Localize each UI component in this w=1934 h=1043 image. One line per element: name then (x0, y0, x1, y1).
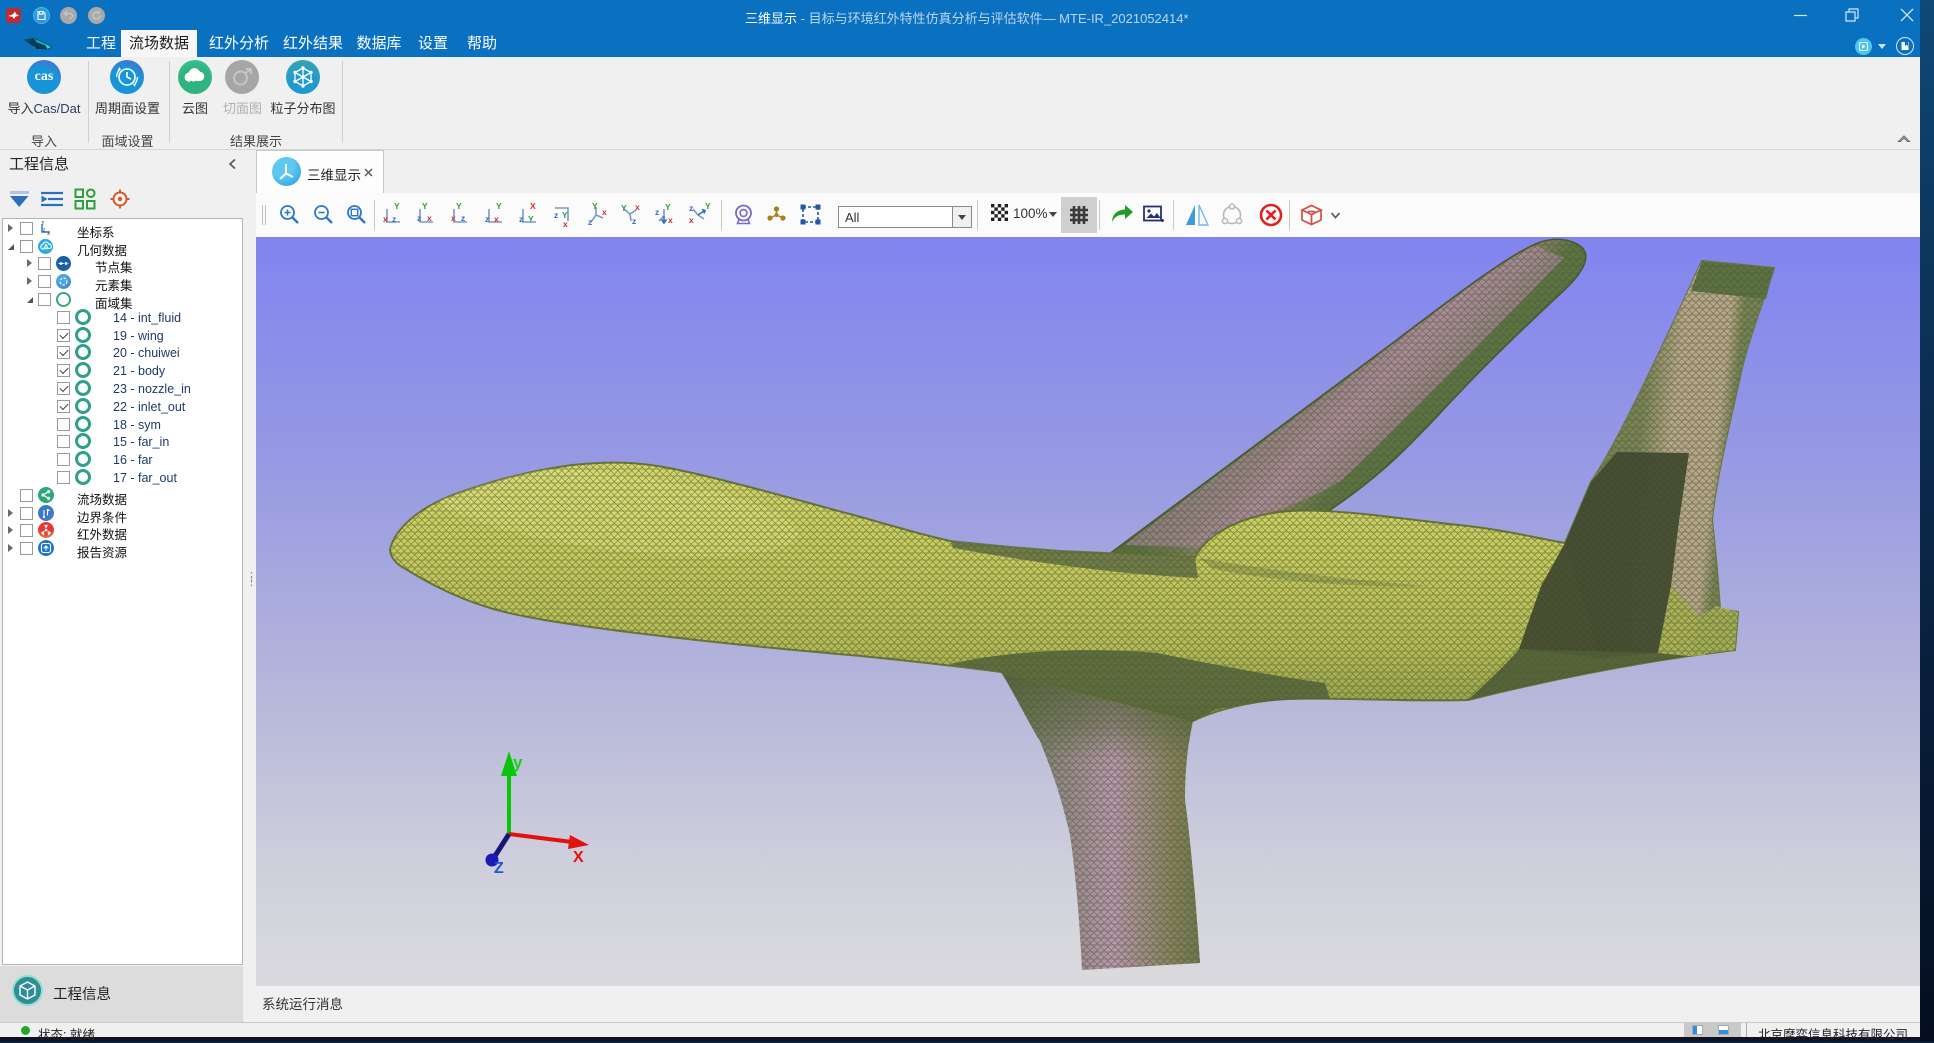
svg-text:z: z (43, 228, 46, 234)
svg-text:x: x (668, 215, 673, 225)
svg-text:z: z (392, 214, 396, 224)
svg-text:x: x (635, 202, 640, 212)
svg-text:y: y (513, 753, 523, 772)
svg-text:z: z (689, 203, 693, 213)
svg-text:x: x (427, 213, 432, 223)
svg-text:z: z (632, 216, 636, 226)
svg-text:Y: Y (705, 201, 711, 211)
svg-text:z: z (588, 217, 592, 227)
svg-text:x: x (689, 215, 694, 225)
svg-text:Z: Z (494, 860, 504, 877)
svg-text:z: z (554, 210, 558, 220)
svg-text:x: x (563, 219, 568, 228)
svg-text:z: z (485, 214, 489, 224)
svg-text:z: z (519, 214, 523, 224)
svg-text:x: x (451, 213, 456, 223)
svg-text:z: z (461, 213, 465, 223)
svg-text:Y: Y (394, 201, 400, 211)
svg-text:x: x (383, 214, 388, 224)
svg-text:X: X (573, 849, 584, 866)
svg-text:z: z (655, 207, 659, 217)
svg-text:Y: Y (665, 202, 671, 212)
svg-text:Y: Y (422, 201, 428, 211)
svg-text:x: x (602, 207, 607, 217)
svg-text:Y: Y (496, 201, 502, 211)
svg-text:z: z (417, 213, 421, 223)
svg-text:Y: Y (456, 201, 462, 211)
svg-text:Y: Y (528, 214, 534, 224)
svg-text:Y: Y (621, 203, 627, 213)
svg-text:Y: Y (41, 221, 45, 227)
svg-text:X: X (530, 201, 536, 211)
svg-text:x: x (47, 231, 51, 236)
svg-text:Y: Y (592, 201, 598, 211)
svg-text:x: x (494, 214, 499, 224)
